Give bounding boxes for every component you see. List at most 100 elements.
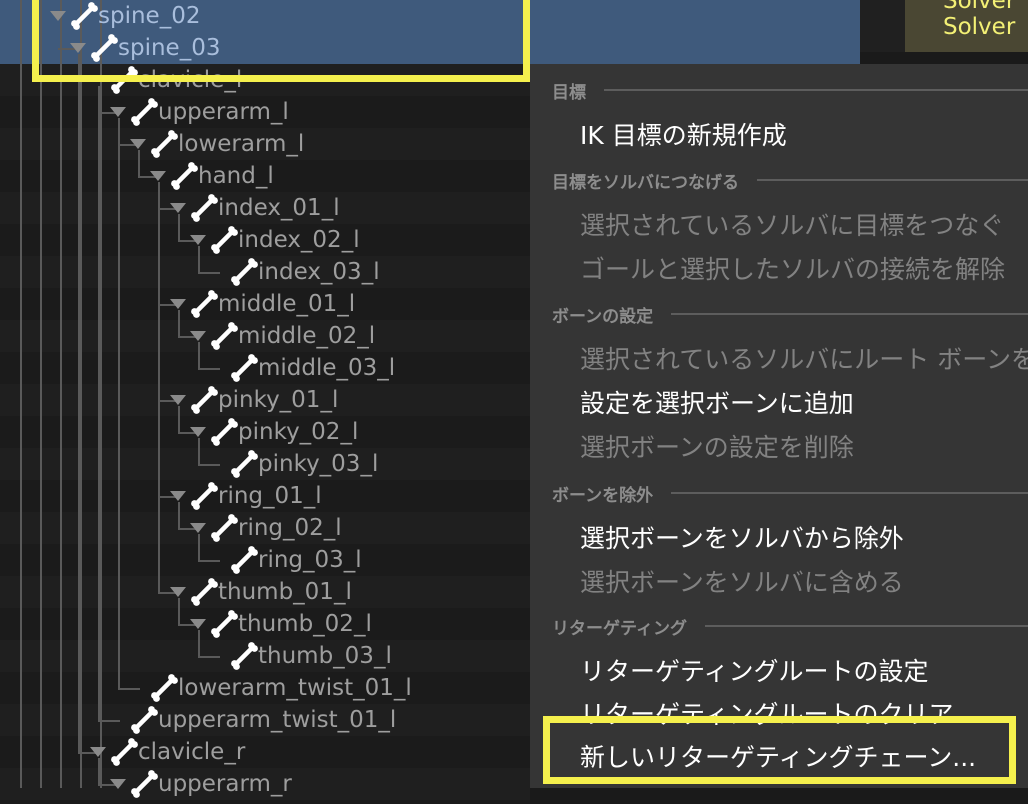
expand-arrow-icon[interactable] <box>90 747 106 757</box>
bone-name-label: index_02_l <box>238 227 360 253</box>
menu-item[interactable]: IK 目標の新規作成 <box>580 116 787 152</box>
tree-row-middle-02-l[interactable]: middle_02_l <box>190 320 375 352</box>
menu-section-header: リターゲティング <box>552 614 1028 639</box>
bone-name-label: pinky_01_l <box>218 387 339 413</box>
expand-arrow-icon[interactable] <box>170 587 186 597</box>
tree-row-upperarm-l[interactable]: upperarm_l <box>110 96 289 128</box>
expand-arrow-icon[interactable] <box>190 523 206 533</box>
expand-arrow-icon[interactable] <box>130 139 146 149</box>
tree-row-thumb-03-l[interactable]: thumb_03_l <box>228 640 392 672</box>
tree-row-pinky-02-l[interactable]: pinky_02_l <box>190 416 358 448</box>
tree-row-upperarm-twist-01-l[interactable]: upperarm_twist_01_l <box>128 704 396 736</box>
tree-connector <box>80 0 82 788</box>
bone-icon <box>148 128 180 160</box>
bone-icon <box>228 544 260 576</box>
bone-icon <box>188 192 220 224</box>
expand-arrow-icon[interactable] <box>190 427 206 437</box>
bone-name-label: lowerarm_l <box>178 131 305 157</box>
tree-row-clavicle-r[interactable]: clavicle_r <box>90 736 245 768</box>
bone-name-label: index_01_l <box>218 195 340 221</box>
bone-icon <box>228 640 260 672</box>
menu-section-header: 目標をソルバにつなげる <box>552 168 1028 193</box>
expand-arrow-icon[interactable] <box>170 203 186 213</box>
bone-name-label: thumb_02_l <box>238 611 372 637</box>
bone-icon <box>188 480 220 512</box>
tree-row-ring-01-l[interactable]: ring_01_l <box>170 480 322 512</box>
tree-row-upperarm-r[interactable]: upperarm_r <box>110 768 292 800</box>
expand-arrow-icon[interactable] <box>190 331 206 341</box>
tree-row-index-03-l[interactable]: index_03_l <box>228 256 380 288</box>
menu-item: 選択ボーンの設定を削除 <box>580 433 854 462</box>
tree-connector <box>198 368 220 370</box>
bone-name-label: ring_03_l <box>258 547 362 573</box>
section-header-label: 目標をソルバにつなげる <box>552 172 739 193</box>
menu-item: ゴールと選択したソルバの接続を解除 <box>580 255 1006 284</box>
expand-arrow-icon[interactable] <box>110 107 126 117</box>
section-divider <box>671 313 1028 315</box>
solver-label: Solver <box>943 14 1016 40</box>
menu-item[interactable]: 選択ボーンをソルバから除外 <box>580 519 904 555</box>
tree-row-index-02-l[interactable]: index_02_l <box>190 224 360 256</box>
tree-connector <box>100 0 102 788</box>
tree-row-index-01-l[interactable]: index_01_l <box>170 192 340 224</box>
menu-section-header: ボーンを除外 <box>552 481 1028 506</box>
tree-row-lowerarm-l[interactable]: lowerarm_l <box>130 128 304 160</box>
bone-icon <box>208 224 240 256</box>
menu-item: 選択されているソルバにルート ボーンを <box>580 345 1028 374</box>
tree-row-hand-l[interactable]: hand_l <box>150 160 274 192</box>
tree-row-ring-02-l[interactable]: ring_02_l <box>190 512 342 544</box>
bone-name-label: middle_01_l <box>218 291 356 317</box>
section-divider <box>704 625 1028 627</box>
highlight-box-new-chain <box>543 716 1016 784</box>
bone-icon <box>188 576 220 608</box>
tree-row-lowerarm-twist-01-l[interactable]: lowerarm_twist_01_l <box>148 672 412 704</box>
menu-item[interactable]: リターゲティングルートの設定 <box>580 652 929 688</box>
tree-connector <box>40 0 42 788</box>
tree-row-ring-03-l[interactable]: ring_03_l <box>228 544 362 576</box>
tree-row-middle-01-l[interactable]: middle_01_l <box>170 288 355 320</box>
section-divider <box>757 179 1028 181</box>
tree-row-pinky-01-l[interactable]: pinky_01_l <box>170 384 338 416</box>
tree-row-thumb-01-l[interactable]: thumb_01_l <box>170 576 352 608</box>
highlight-box-spine <box>32 0 530 82</box>
expand-arrow-icon[interactable] <box>170 299 186 309</box>
expand-arrow-icon[interactable] <box>150 171 166 181</box>
bone-icon <box>208 416 240 448</box>
tree-connector <box>98 720 120 722</box>
tree-connector <box>60 0 62 788</box>
tree-connector <box>98 86 100 720</box>
bone-icon <box>228 448 260 480</box>
section-header-label: リターゲティング <box>552 618 687 639</box>
bone-icon <box>148 672 180 704</box>
bone-icon <box>228 352 260 384</box>
expand-arrow-icon[interactable] <box>170 491 186 501</box>
bone-name-label: upperarm_l <box>158 99 289 125</box>
bone-icon <box>108 736 140 768</box>
menu-item[interactable]: 設定を選択ボーンに追加 <box>580 384 854 420</box>
bone-icon <box>128 96 160 128</box>
tree-connector <box>198 560 220 562</box>
tree-row-thumb-02-l[interactable]: thumb_02_l <box>190 608 372 640</box>
bone-icon <box>188 384 220 416</box>
bone-icon <box>128 704 160 736</box>
bone-icon <box>208 512 240 544</box>
expand-arrow-icon[interactable] <box>190 235 206 245</box>
bone-name-label: pinky_02_l <box>238 419 359 445</box>
expand-arrow-icon[interactable] <box>170 395 186 405</box>
bone-icon <box>208 608 240 640</box>
tree-row-middle-03-l[interactable]: middle_03_l <box>228 352 395 384</box>
solver-panel: Solver Solver <box>905 0 1028 52</box>
expand-arrow-icon[interactable] <box>190 619 206 629</box>
section-divider <box>671 492 1028 494</box>
tree-connector <box>198 656 220 658</box>
skeleton-tree-panel: spine_02 spine_03 clavicle_l upperarm_l lowe… <box>0 0 860 800</box>
bone-name-label: clavicle_r <box>138 739 246 765</box>
bone-name-label: upperarm_r <box>158 771 292 797</box>
tree-connector <box>198 464 220 466</box>
section-header-label: ボーンを除外 <box>552 485 654 506</box>
bone-icon <box>188 288 220 320</box>
menu-section-header: ボーンの設定 <box>552 302 1028 327</box>
context-menu: 目標 IK 目標の新規作成 目標をソルバにつなげる 選択されているソルバに目標をつなぐ… <box>530 64 1028 788</box>
tree-row-pinky-03-l[interactable]: pinky_03_l <box>228 448 378 480</box>
tree-connector <box>78 54 80 752</box>
